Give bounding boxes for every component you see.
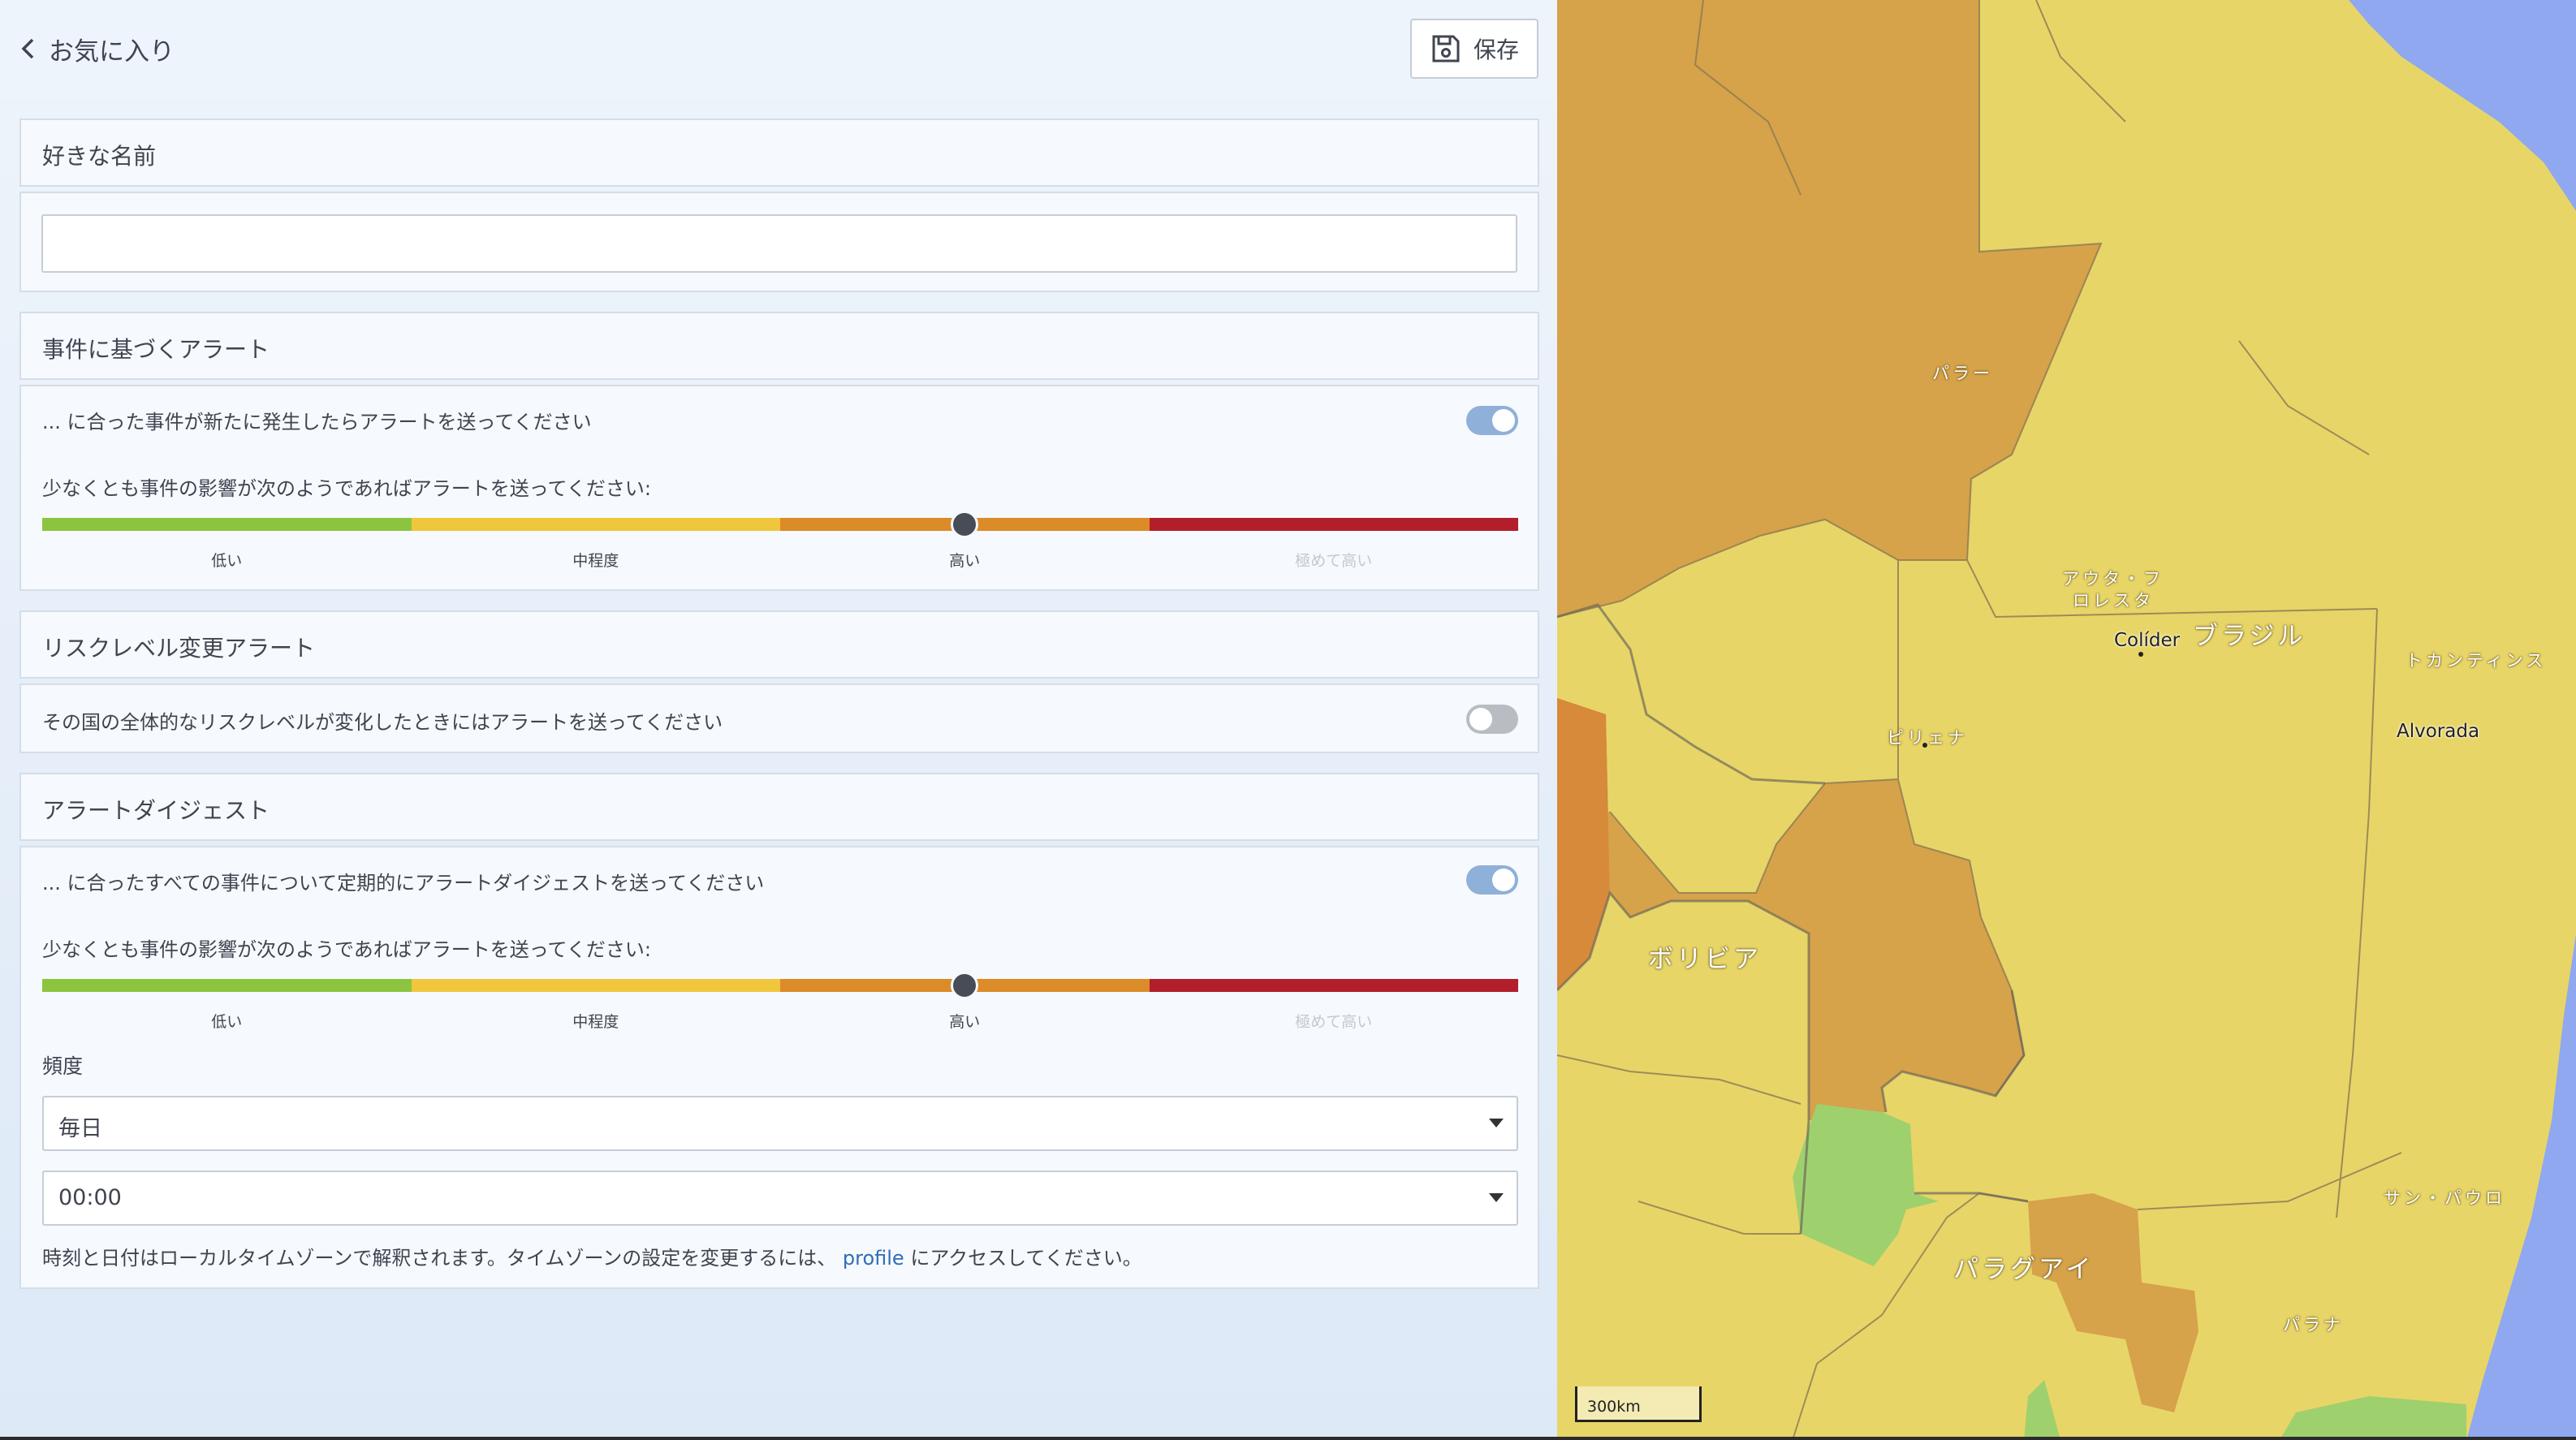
- frequency-label: 頻度: [42, 1054, 84, 1078]
- event-alerts-toggle[interactable]: [1466, 406, 1518, 435]
- timezone-note: 時刻と日付はローカルタイムゾーンで解釈されます。タイムゾーンの設定を変更するには…: [42, 1242, 1142, 1270]
- bottom-edge: [0, 1437, 2576, 1440]
- level-label-high: 高い: [949, 1013, 981, 1031]
- time-value: 00:00: [58, 1185, 122, 1210]
- name-input[interactable]: [41, 214, 1517, 273]
- slider-handle[interactable]: [951, 511, 978, 538]
- digest-toggle-text: ... に合ったすべての事件について定期的にアラートダイジェストを送ってください: [42, 872, 765, 895]
- map-scale-bar: 300km: [1575, 1386, 1702, 1422]
- level-label-extreme: 極めて高い: [1295, 552, 1373, 570]
- save-label: 保存: [1473, 37, 1519, 63]
- map-scale-label: 300km: [1587, 1398, 1641, 1416]
- map-label-colider: Colíder: [2114, 630, 2181, 651]
- back-link[interactable]: お気に入り: [18, 29, 175, 68]
- time-select[interactable]: 00:00: [42, 1171, 1518, 1226]
- map-label-alta-floresta-2: ロレスタ: [2073, 591, 2154, 610]
- risk-alerts-body: その国の全体的なリスクレベルが変化したときにはアラートを送ってください: [19, 683, 1539, 753]
- timezone-note-suffix: にアクセスしてください。: [910, 1247, 1142, 1270]
- event-alerts-toggle-text: ... に合った事件が新たに発生したらアラートを送ってください: [42, 411, 592, 433]
- timezone-note-text: 時刻と日付はローカルタイムゾーンで解釈されます。タイムゾーンの設定を変更するには…: [42, 1247, 837, 1270]
- map-label-bolivia: ボリビア: [1648, 945, 1762, 974]
- slider-segment-medium: [411, 979, 780, 992]
- event-impact-text: 少なくとも事件の影響が次のようであればアラートを送ってください:: [42, 477, 651, 500]
- map-label-paraguay: パラグアイ: [1953, 1255, 2095, 1284]
- slider-segment-medium: [411, 518, 780, 531]
- map-label-alta-floresta-1: アウタ・フ: [2062, 569, 2164, 589]
- map-regions: [1557, 0, 2576, 1440]
- digest-title: アラートダイジェスト: [42, 797, 270, 824]
- event-impact-slider[interactable]: [42, 511, 1518, 538]
- slider-segment-low: [42, 518, 412, 531]
- slider-segment-extreme: [1149, 518, 1518, 531]
- digest-toggle[interactable]: [1466, 865, 1518, 895]
- city-dot-pirena: [1922, 743, 1927, 748]
- caret-down-icon: [1489, 1193, 1504, 1202]
- slider-handle[interactable]: [951, 972, 978, 999]
- back-label: お気に入り: [49, 37, 175, 67]
- level-label-medium: 中程度: [572, 552, 619, 570]
- slider-segment-extreme: [1149, 979, 1518, 992]
- map-label-para: パラー: [1932, 364, 1993, 383]
- map-label-sao-paulo: サン・パウロ: [2384, 1188, 2505, 1208]
- city-dot-colider: [2138, 652, 2143, 657]
- risk-alerts-toggle-text: その国の全体的なリスクレベルが変化したときにはアラートを送ってください: [42, 711, 723, 734]
- favorites-panel: お気に入り 保存 好きな名前 事件に基づくアラート ... に合った事件が新たに…: [0, 0, 1557, 1440]
- level-label-low: 低い: [211, 1013, 243, 1031]
- frequency-select[interactable]: 毎日: [42, 1096, 1518, 1151]
- map-label-alvorada: Alvorada: [2397, 721, 2480, 742]
- toggle-knob: [1492, 409, 1515, 432]
- frequency-value: 毎日: [58, 1116, 102, 1141]
- digest-impact-text: 少なくとも事件の影響が次のようであればアラートを送ってください:: [42, 938, 651, 961]
- name-section-header: 好きな名前: [19, 119, 1539, 187]
- map-label-tocantins: トカンティンス: [2406, 651, 2547, 670]
- profile-link[interactable]: profile: [843, 1247, 904, 1270]
- digest-body: ... に合ったすべての事件について定期的にアラートダイジェストを送ってください…: [19, 846, 1539, 1289]
- level-label-high: 高い: [949, 552, 981, 570]
- risk-map[interactable]: パラー アウタ・フ ロレスタ ブラジル Colíder トカンティンス Alvo…: [1557, 0, 2576, 1440]
- risk-alerts-toggle[interactable]: [1466, 705, 1518, 734]
- level-label-medium: 中程度: [572, 1013, 619, 1031]
- header: お気に入り 保存: [0, 0, 1557, 99]
- floppy-disk-icon: [1432, 35, 1460, 63]
- level-label-extreme: 極めて高い: [1295, 1013, 1373, 1031]
- chevron-left-icon: [21, 38, 34, 59]
- digest-impact-slider[interactable]: [42, 972, 1518, 999]
- name-section-title: 好きな名前: [42, 143, 157, 170]
- map-label-parana: パラナ: [2283, 1315, 2344, 1334]
- level-label-low: 低い: [211, 552, 243, 570]
- event-alerts-title: 事件に基づくアラート: [42, 336, 270, 363]
- name-section-body: [19, 192, 1539, 292]
- slider-segment-low: [42, 979, 412, 992]
- digest-header: アラートダイジェスト: [19, 773, 1539, 841]
- caret-down-icon: [1489, 1119, 1504, 1127]
- map-label-brazil: ブラジル: [2193, 622, 2306, 651]
- risk-alerts-header: リスクレベル変更アラート: [19, 610, 1539, 679]
- toggle-knob: [1492, 869, 1515, 891]
- map-label-pirena: ピリェナ: [1887, 728, 1968, 748]
- save-button[interactable]: 保存: [1410, 19, 1538, 79]
- event-alerts-body: ... に合った事件が新たに発生したらアラートを送ってください 少なくとも事件の…: [19, 385, 1539, 591]
- risk-alerts-title: リスクレベル変更アラート: [42, 635, 316, 662]
- toggle-knob: [1469, 708, 1492, 731]
- event-alerts-header: 事件に基づくアラート: [19, 312, 1539, 380]
